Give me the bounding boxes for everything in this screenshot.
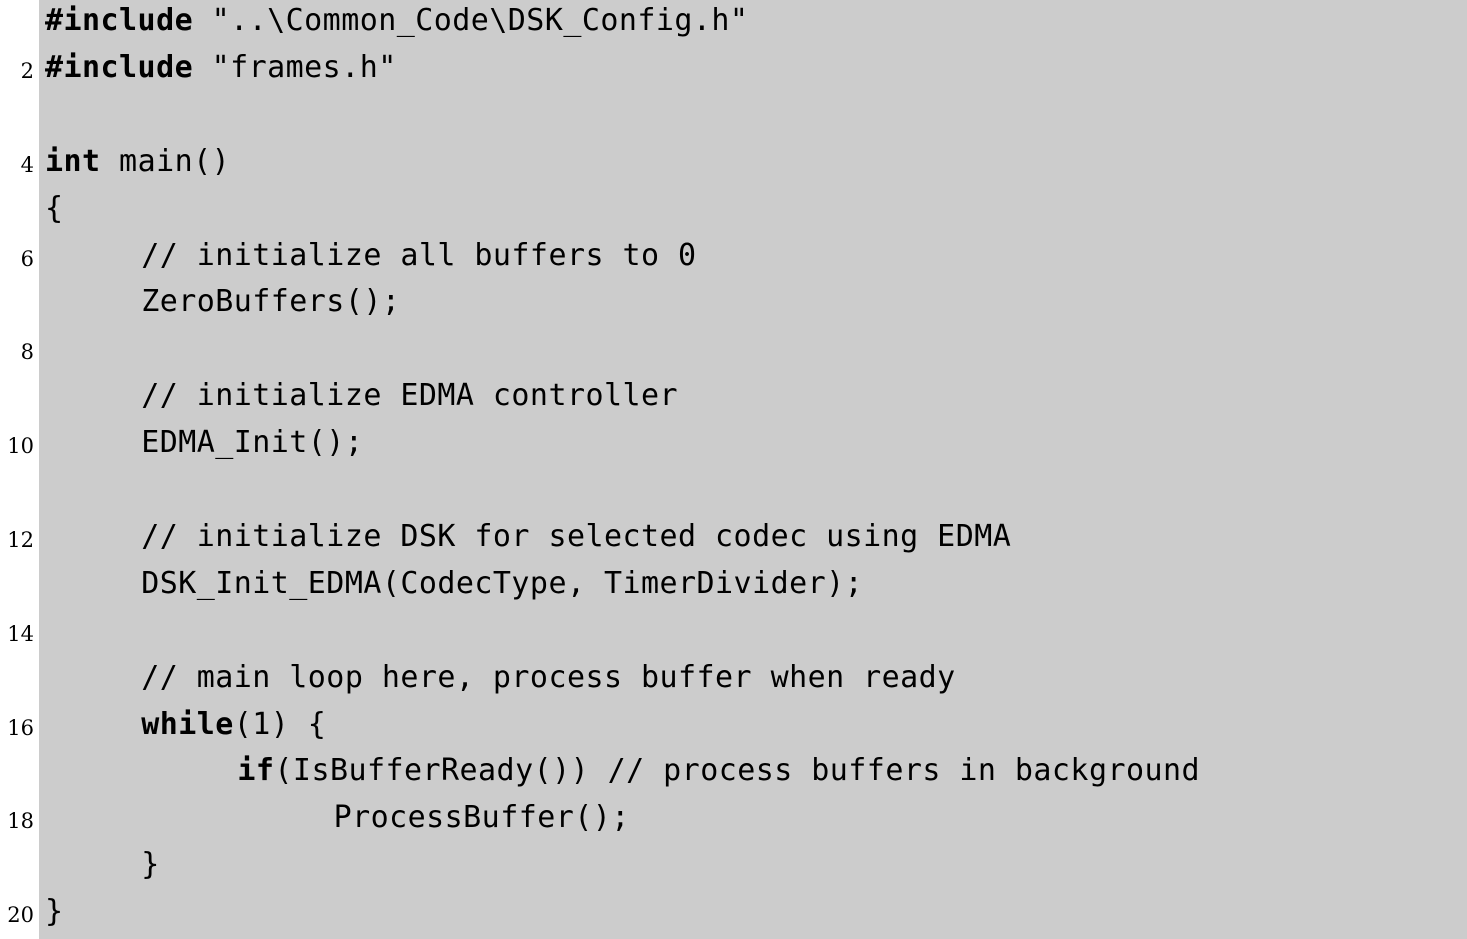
code-line: // initialize all buffers to 0 (141, 232, 696, 279)
code-token-kw: if (237, 753, 275, 789)
code-line: // main loop here, process buffer when r… (141, 654, 956, 701)
code-token-st: "..\Common_Code\DSK_Config.h" (211, 3, 749, 38)
code-token-cm: // main loop here, process buffer when r… (141, 659, 956, 695)
code-lines-container: #include "..\Common_Code\DSK_Config.h" #i… (0, 0, 1467, 939)
code-token-pl: { (45, 190, 64, 226)
code-token-st: "frames.h" (211, 49, 397, 85)
code-line: while(1) { (141, 701, 326, 748)
code-line: #include "..\Common_Code\DSK_Config.h" (45, 0, 748, 44)
code-token-cm: // process buffers in background (607, 753, 1201, 789)
code-line: EDMA_Init(); (141, 419, 363, 466)
code-line: DSK_Init_EDMA(CodecType, TimerDivider); (141, 560, 863, 607)
code-token-kw: int (45, 143, 101, 179)
code-line: } (141, 841, 160, 888)
code-token-cm: // initialize DSK for selected codec usi… (141, 518, 1012, 554)
code-token-kw: while (141, 706, 234, 742)
code-token-pl: (IsBufferReady()) (274, 753, 608, 789)
code-token-pl: ProcessBuffer(); (333, 800, 630, 836)
code-token-pl: (1) { (233, 706, 327, 742)
code-token-cm: // initialize all buffers to 0 (141, 237, 697, 273)
code-listing: 2 4 6 8 10 12 14 16 18 20 #include "..\Common_Cod… (0, 0, 1467, 939)
code-line: // initialize EDMA controller (141, 372, 678, 419)
code-token-pl: main() (100, 143, 231, 179)
code-token-kw: #include (45, 49, 194, 85)
code-token-pl: } (141, 847, 160, 883)
code-line: ProcessBuffer(); (334, 794, 630, 841)
code-line: { (45, 185, 64, 232)
code-line: #include "frames.h" (45, 44, 397, 91)
code-token-pl: EDMA_Init(); (141, 425, 364, 461)
code-line: // initialize DSK for selected codec usi… (141, 513, 1011, 560)
code-line: int main() (45, 138, 230, 185)
code-token-kw: #include (45, 3, 194, 38)
code-token-pl: DSK_Init_EDMA(CodecType, TimerDivider); (141, 565, 864, 601)
code-line: ZeroBuffers(); (141, 278, 400, 325)
code-token-pl: } (45, 894, 64, 930)
code-token-cm: // initialize EDMA controller (141, 378, 679, 414)
code-token-pl: ZeroBuffers(); (141, 284, 401, 320)
code-line: if(IsBufferReady()) // process buffers i… (237, 747, 1200, 794)
code-line: } (45, 888, 64, 935)
